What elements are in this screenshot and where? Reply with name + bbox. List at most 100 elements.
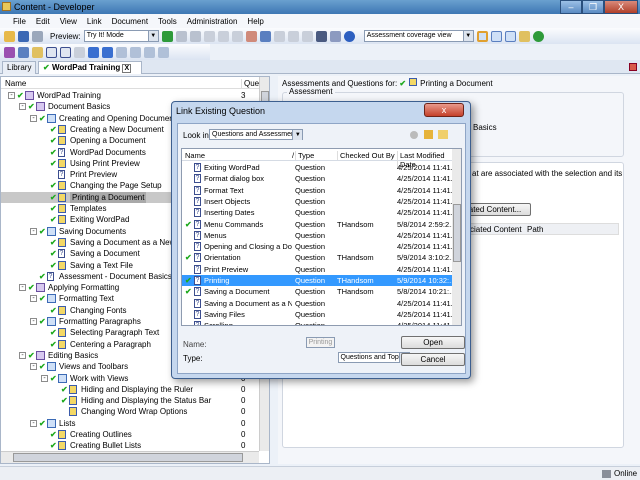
tree-item[interactable]: - ✔ Lists 0: [1, 418, 259, 429]
list-item[interactable]: ✔? Saving a Document Question THandsom 5/8/2…: [182, 286, 452, 297]
dialog-close-button[interactable]: x: [424, 103, 464, 117]
expand-toggle-icon[interactable]: -: [8, 92, 15, 99]
list-item[interactable]: ? Format dialog box Question 4/25/2014 11:4…: [182, 173, 452, 184]
tab-close-icon[interactable]: X: [122, 64, 132, 73]
tree-item[interactable]: - ✔ WordPad Training 3: [1, 90, 259, 101]
layout-horizontal-icon[interactable]: [490, 30, 502, 42]
link-icon[interactable]: [74, 46, 85, 58]
menu-file[interactable]: File: [8, 17, 31, 26]
layout-vertical-icon[interactable]: [476, 30, 488, 42]
cancel-button[interactable]: Cancel: [401, 353, 465, 366]
tree-item[interactable]: ✔ Creating Bullet Lists 0: [1, 440, 259, 451]
tree-item[interactable]: ✔ Hiding and Displaying the Ruler 0: [1, 384, 259, 395]
menu-link[interactable]: Link: [82, 17, 107, 26]
cut-icon[interactable]: [175, 30, 187, 42]
tree-item[interactable]: ✔ Creating Outlines 0: [1, 429, 259, 440]
check-out-icon[interactable]: [158, 46, 169, 58]
open-button[interactable]: Open: [401, 336, 465, 349]
menu-edit[interactable]: Edit: [31, 17, 55, 26]
up-folder-icon[interactable]: [424, 130, 433, 139]
tree-item[interactable]: ✔ Hiding and Displaying the Status Bar 0: [1, 395, 259, 406]
close-button[interactable]: X: [604, 0, 638, 14]
column-checked-out-by[interactable]: Checked Out By: [337, 151, 395, 160]
new-question-icon[interactable]: [46, 46, 57, 58]
tab-wordpad-training[interactable]: ✔ WordPad Training X: [38, 61, 142, 74]
list-item[interactable]: ?Saving a Document as a Ne...Question 4/2…: [182, 298, 452, 309]
column-path[interactable]: Path: [527, 225, 543, 234]
list-item[interactable]: ? Menus Question 4/25/2014 11:41...: [182, 230, 452, 241]
menu-administration[interactable]: Administration: [182, 17, 243, 26]
question-dropdown-icon[interactable]: [60, 46, 71, 58]
menu-tools[interactable]: Tools: [153, 17, 182, 26]
list-item[interactable]: ? Inserting Dates Question 4/25/2014 11:41.…: [182, 207, 452, 218]
expand-toggle-icon[interactable]: -: [30, 318, 37, 325]
new-topic-icon[interactable]: [32, 46, 43, 58]
move-down-icon[interactable]: [102, 46, 113, 58]
spellcheck-icon[interactable]: [329, 30, 341, 42]
find-icon[interactable]: [245, 30, 257, 42]
expand-toggle-icon[interactable]: -: [41, 374, 48, 382]
back-icon[interactable]: [410, 131, 418, 139]
expand-toggle-icon[interactable]: -: [19, 351, 26, 359]
delete-icon[interactable]: [217, 30, 229, 42]
properties-icon[interactable]: [231, 30, 243, 42]
name-field[interactable]: Printing: [305, 337, 336, 348]
move-up-icon[interactable]: [88, 46, 99, 58]
new-section-icon[interactable]: [18, 46, 29, 58]
copy-icon[interactable]: [189, 30, 201, 42]
undo-icon[interactable]: [259, 30, 271, 42]
expand-toggle-icon[interactable]: -: [30, 419, 37, 427]
promote-icon[interactable]: [116, 46, 127, 58]
column-name[interactable]: Name: [5, 79, 26, 88]
redo-icon[interactable]: [273, 30, 285, 42]
minimize-button[interactable]: –: [560, 0, 582, 14]
tab-library[interactable]: Library: [2, 61, 37, 74]
list-item[interactable]: ✔? Menu Commands Question THandsom 5/8/2014 …: [182, 219, 452, 230]
list-item[interactable]: ? Scrolling Question 4/25/2014 11:41...: [182, 320, 452, 325]
expand-icon[interactable]: [287, 30, 299, 42]
expand-toggle-icon[interactable]: -: [30, 227, 37, 235]
save-icon[interactable]: [18, 30, 29, 42]
column-type[interactable]: Type: [295, 151, 314, 160]
column-related-content[interactable]: ciated Content: [470, 225, 522, 234]
column-name[interactable]: Name: [185, 151, 205, 160]
refresh-icon[interactable]: [532, 30, 544, 42]
list-item[interactable]: ? Format Text Question 4/25/2014 11:41...: [182, 185, 452, 196]
list-item[interactable]: ✔? Orientation Question THandsom 5/9/2014 3:…: [182, 252, 452, 263]
print-icon[interactable]: [32, 30, 43, 42]
tree-horizontal-scrollbar[interactable]: [1, 451, 259, 463]
list-item[interactable]: ? Insert Objects Question 4/25/2014 11:41..…: [182, 196, 452, 207]
menu-help[interactable]: Help: [242, 17, 268, 26]
list-item[interactable]: ? Print Preview Question 4/25/2014 11:41...: [182, 264, 452, 275]
list-scrollbar[interactable]: [452, 149, 461, 325]
maximize-button[interactable]: ❐: [582, 0, 604, 14]
expand-toggle-icon[interactable]: -: [30, 363, 37, 371]
tree-item[interactable]: Changing Word Wrap Options 0: [1, 406, 259, 417]
help-icon[interactable]: [343, 30, 355, 42]
check-in-icon[interactable]: [144, 46, 155, 58]
go-icon[interactable]: [161, 30, 173, 42]
expand-toggle-icon[interactable]: -: [19, 284, 26, 292]
list-item[interactable]: ✔? Printing Question THandsom 5/9/2014 10:32…: [182, 275, 452, 286]
open-icon[interactable]: [4, 30, 15, 42]
menu-document[interactable]: Document: [107, 17, 153, 26]
view-select[interactable]: Assessment coverage view ▼: [363, 30, 474, 42]
preview-mode-select[interactable]: Try It! Mode ▼: [83, 30, 159, 42]
new-folder-icon[interactable]: [438, 130, 448, 139]
type-select[interactable]: Questions and Topics▼: [337, 352, 411, 363]
expand-toggle-icon[interactable]: -: [30, 114, 37, 122]
layout-columns-icon[interactable]: [504, 30, 516, 42]
properties-window-icon[interactable]: [518, 30, 530, 42]
collapse-icon[interactable]: [301, 30, 313, 42]
binoculars-icon[interactable]: [315, 30, 327, 42]
list-item[interactable]: ? Exiting WordPad Question 4/25/2014 11:41.…: [182, 162, 452, 173]
expand-toggle-icon[interactable]: -: [19, 103, 26, 111]
expand-toggle-icon[interactable]: -: [30, 295, 37, 303]
list-item[interactable]: ?Opening and Closing a Docu...Question 4/…: [182, 241, 452, 252]
list-item[interactable]: ? Saving Files Question 4/25/2014 11:41...: [182, 309, 452, 320]
close-pane-icon[interactable]: [629, 63, 637, 71]
paste-icon[interactable]: [203, 30, 215, 42]
menu-view[interactable]: View: [55, 17, 82, 26]
demote-icon[interactable]: [130, 46, 141, 58]
new-book-icon[interactable]: [4, 46, 15, 58]
